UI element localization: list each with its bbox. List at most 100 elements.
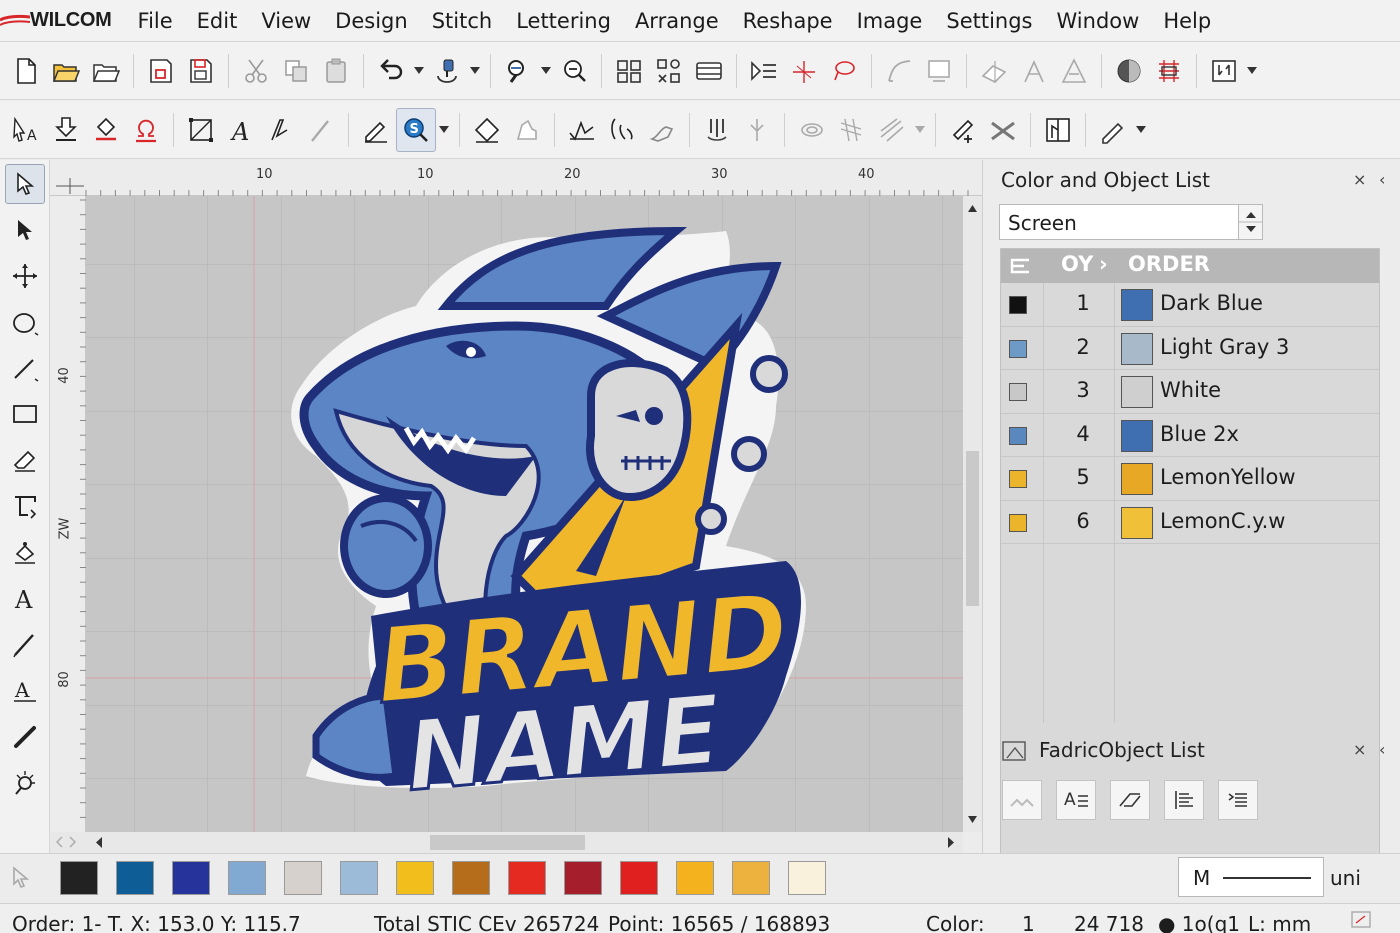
rectangle-tool-button[interactable] — [5, 394, 45, 434]
design-canvas[interactable]: BRAND NAME — [86, 196, 963, 832]
chevron-left-icon[interactable]: ‹ — [1379, 740, 1385, 759]
qty-header[interactable]: OY — [1061, 252, 1093, 276]
lasso-button[interactable] — [824, 49, 864, 93]
menu-arrange[interactable]: Arrange — [623, 0, 731, 42]
palette-color-chip[interactable] — [508, 861, 546, 895]
close-icon[interactable]: × — [1353, 740, 1366, 759]
lettering-button[interactable]: A — [221, 108, 261, 152]
paste-button[interactable] — [316, 49, 356, 93]
fill-bucket-tool-button[interactable] — [5, 532, 45, 572]
save-as-button[interactable] — [181, 49, 221, 93]
zoom-button[interactable] — [498, 49, 538, 93]
menu-design[interactable]: Design — [323, 0, 420, 42]
palette-color-chip[interactable] — [452, 861, 490, 895]
shape-button[interactable] — [507, 108, 547, 152]
zoom-out-button[interactable] — [554, 49, 594, 93]
thread-swatch[interactable] — [1121, 376, 1153, 408]
fill-diamond-button[interactable] — [467, 108, 507, 152]
menu-file[interactable]: File — [126, 0, 185, 42]
text-frame-tool-button[interactable] — [5, 486, 45, 526]
palette-color-chip[interactable] — [284, 861, 322, 895]
color-list-row[interactable]: 3 White — [1001, 370, 1379, 414]
order-header[interactable]: ORDER — [1128, 252, 1210, 276]
thread-swatch[interactable] — [1121, 289, 1153, 321]
select-text-button[interactable]: A — [6, 108, 46, 152]
color-list-row[interactable]: 6 LemonC.y.w — [1001, 501, 1379, 544]
move-tool-button[interactable] — [5, 256, 45, 296]
menu-lettering[interactable]: Lettering — [504, 0, 623, 42]
spin-buttons[interactable] — [1238, 205, 1263, 239]
text-baseline-tool-button[interactable]: A — [5, 670, 45, 710]
line-tool-button[interactable] — [5, 348, 45, 388]
frame-button[interactable] — [919, 49, 959, 93]
color-list-row[interactable]: 5 LemonYellow — [1001, 457, 1379, 501]
color-list-row[interactable]: 4 Blue 2x — [1001, 414, 1379, 457]
thread-swatch[interactable] — [1121, 332, 1153, 365]
view-select[interactable]: Screen — [999, 204, 1263, 240]
hoop-button[interactable] — [427, 49, 467, 93]
palette-color-chip[interactable] — [60, 861, 98, 895]
split-button[interactable] — [737, 108, 777, 152]
select-object-button[interactable] — [744, 49, 784, 93]
auto-digitize-button[interactable]: S — [396, 107, 436, 152]
knife-tool-button[interactable] — [5, 716, 45, 756]
hoop-dropdown[interactable] — [467, 49, 483, 93]
underlay-button[interactable] — [697, 108, 737, 152]
select-tool-button[interactable] — [5, 164, 45, 204]
open-recent-button[interactable] — [86, 49, 126, 93]
group-button[interactable] — [609, 49, 649, 93]
menu-reshape[interactable]: Reshape — [731, 0, 845, 42]
menu-help[interactable]: Help — [1151, 0, 1223, 42]
knife-button[interactable] — [301, 108, 341, 152]
triangle-button[interactable] — [1054, 49, 1094, 93]
measure-dropdown[interactable] — [1244, 49, 1260, 93]
edit-tool-dropdown[interactable] — [1133, 108, 1149, 152]
menu-view[interactable]: View — [249, 0, 323, 42]
fabric-tool-5[interactable] — [1218, 780, 1258, 820]
ungroup-button[interactable] — [649, 49, 689, 93]
chevron-left-icon[interactable]: ‹ — [1379, 170, 1385, 189]
export-button[interactable] — [86, 108, 126, 152]
fabric-tool-2[interactable]: A — [1056, 780, 1096, 820]
status-settings-icon[interactable] — [1350, 910, 1374, 930]
edit-tool-button[interactable] — [1093, 108, 1133, 152]
spiral-button[interactable] — [792, 108, 832, 152]
edit-pencil-button[interactable] — [356, 108, 396, 152]
color-list-row[interactable]: 2 Light Gray 3 — [1001, 327, 1379, 370]
ellipse-tool-button[interactable] — [5, 302, 45, 342]
color-list-row[interactable]: 1 Dark Blue — [1001, 283, 1379, 327]
pen-lettering-button[interactable] — [261, 108, 301, 152]
stitch-player-button[interactable] — [689, 49, 729, 93]
eraser-tool-button[interactable] — [5, 440, 45, 480]
palette-color-chip[interactable] — [620, 861, 658, 895]
net-fill-button[interactable] — [832, 108, 872, 152]
thread-swatch[interactable] — [1121, 506, 1153, 539]
palette-color-chip[interactable] — [396, 861, 434, 895]
import-button[interactable] — [46, 108, 86, 152]
cut-button[interactable] — [236, 49, 276, 93]
auto-digitize-dropdown[interactable] — [436, 108, 452, 152]
palette-color-chip[interactable] — [676, 861, 714, 895]
close-icon[interactable]: × — [1353, 170, 1366, 189]
menu-settings[interactable]: Settings — [934, 0, 1044, 42]
menu-window[interactable]: Window — [1045, 0, 1152, 42]
reshape-curve-button[interactable] — [879, 49, 919, 93]
thread-swatch[interactable] — [1121, 463, 1153, 495]
thread-swatch[interactable] — [1121, 419, 1153, 452]
reshape-tool-button[interactable] — [5, 210, 45, 250]
travel-button[interactable] — [1149, 49, 1189, 93]
branching-button[interactable] — [1014, 49, 1054, 93]
palette-color-chip[interactable] — [340, 861, 378, 895]
palette-color-chip[interactable] — [228, 861, 266, 895]
vertical-scrollbar[interactable] — [963, 196, 982, 832]
3d-view-button[interactable] — [1109, 49, 1149, 93]
zoom-tool-button[interactable] — [5, 762, 45, 802]
eraser-button[interactable] — [974, 49, 1014, 93]
palette-color-chip[interactable] — [116, 861, 154, 895]
fabric-tool-1[interactable] — [1002, 780, 1042, 820]
pen-tool-button[interactable] — [5, 624, 45, 664]
add-stitch-button[interactable] — [943, 108, 983, 152]
collapse-icon[interactable] — [1007, 256, 1033, 276]
monogram-button[interactable] — [126, 108, 166, 152]
fabric-tool-4[interactable] — [1164, 780, 1204, 820]
